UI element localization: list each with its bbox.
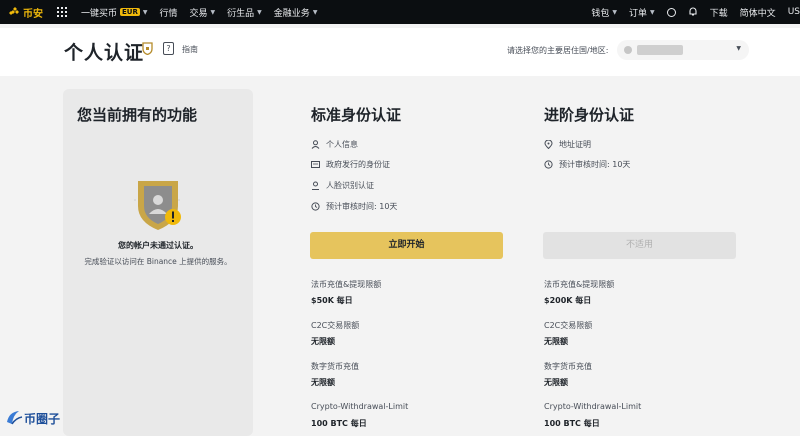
wallet-label: 钱包 [591, 8, 610, 19]
top-nav-right: 钱包 ▼ 订单 ▼ 下载 简体中文 US [591, 0, 800, 24]
main-nav: 一键买币 EUR ▼ 行情 交易 ▼ 衍生品 ▼ 金融业务 ▼ [81, 6, 329, 19]
advanced-verification-title: 进阶身份认证 [544, 106, 635, 124]
unverified-description: 完成验证以访问在 Binance 上提供的服务。 [84, 257, 232, 266]
country-value-redacted [637, 45, 683, 55]
chevron-down-icon: ▼ [650, 8, 655, 16]
watermark-logo-icon [7, 411, 23, 425]
limit-value: $50K 每日 [311, 296, 353, 305]
feature-address-proof: 地址证明 [544, 139, 591, 150]
unverified-id-illustration-icon [134, 181, 182, 230]
clock-icon [544, 160, 553, 169]
limit-label: C2C交易限额 [311, 321, 360, 330]
currency-badge: EUR [120, 8, 140, 16]
nav-label: 衍生品 [227, 8, 255, 19]
shield-icon [142, 42, 153, 55]
feature-label: 个人信息 [326, 140, 358, 149]
feature-review-time: 预计审核时间: 10天 [311, 201, 397, 212]
chevron-down-icon: ▼ [210, 8, 216, 16]
start-verification-button[interactable]: 立即开始 [310, 232, 503, 259]
nav-item-trade[interactable]: 交易 ▼ [190, 6, 216, 19]
limit-label: Crypto-Withdrawal-Limit [311, 402, 409, 411]
nav-label: 行情 [159, 8, 178, 19]
country-select[interactable]: ▼ [617, 40, 749, 60]
question-icon[interactable]: ? [163, 42, 174, 55]
chevron-down-icon: ▼ [142, 8, 148, 16]
top-nav-bar: 币安 一键买币 EUR ▼ 行情 交易 ▼ 衍生品 ▼ 金融业务 ▼ 钱包 ▼ [0, 0, 800, 24]
bell-icon[interactable] [688, 7, 698, 17]
limit-value: 100 BTC 每日 [311, 419, 367, 428]
limit-value: 100 BTC 每日 [544, 419, 600, 428]
logo-text: 币安 [23, 8, 43, 20]
feature-label: 预计审核时间: 10天 [326, 202, 398, 211]
chevron-down-icon: ▼ [612, 8, 618, 16]
language-selector[interactable]: 简体中文 [740, 6, 776, 19]
feature-id-document: 政府发行的身份证 [311, 159, 390, 170]
nav-item-buy-crypto[interactable]: 一键买币 EUR ▼ [81, 6, 148, 19]
country-label: 请选择您的主要居住国/地区: [507, 46, 609, 55]
currency-selector[interactable]: US [788, 7, 800, 17]
country-flag-icon [624, 46, 632, 54]
guide-link[interactable]: 指南 [182, 44, 198, 55]
nav-item-finance[interactable]: 金融业务 ▼ [274, 6, 318, 19]
nav-item-wallet[interactable]: 钱包 ▼ [591, 6, 617, 19]
location-icon [544, 140, 553, 149]
binance-logo-icon [9, 7, 19, 15]
limit-value: $200K 每日 [544, 296, 592, 305]
nav-label: 金融业务 [273, 8, 310, 19]
feature-label: 政府发行的身份证 [326, 160, 390, 169]
limit-value: 无限额 [544, 378, 568, 387]
limit-label: 数字货币充值 [311, 362, 359, 371]
feature-personal-info: 个人信息 [311, 139, 358, 150]
binance-logo[interactable]: 币安 [8, 5, 43, 20]
orders-label: 订单 [629, 8, 648, 19]
feature-label: 地址证明 [559, 140, 591, 149]
watermark-text: 币圈子 [24, 411, 61, 426]
person-icon [311, 140, 320, 149]
face-icon [312, 181, 319, 190]
limit-label: Crypto-Withdrawal-Limit [544, 402, 642, 411]
not-applicable-button[interactable]: 不适用 [543, 232, 736, 259]
limit-label: C2C交易限额 [544, 321, 593, 330]
chevron-down-icon: ▼ [257, 8, 262, 16]
feature-label: 预计审核时间: 10天 [559, 160, 631, 169]
feature-face-recognition: 人脸识别认证 [311, 180, 374, 191]
feature-label: 人脸识别认证 [326, 181, 374, 190]
limit-value: 无限额 [311, 378, 335, 387]
limit-value: 无限额 [311, 337, 335, 346]
page-title: 个人认证 [64, 42, 145, 64]
feature-review-time: 预计审核时间: 10天 [544, 159, 630, 170]
limit-label: 数字货币充值 [544, 362, 592, 371]
standard-verification-title: 标准身份认证 [311, 106, 402, 124]
limit-label: 法币充值&提现限额 [544, 280, 615, 289]
apps-grid-icon[interactable] [57, 7, 67, 17]
user-icon[interactable] [666, 7, 676, 17]
nav-label: 交易 [189, 8, 208, 19]
current-features-title: 您当前拥有的功能 [77, 106, 198, 124]
limit-label: 法币充值&提现限额 [311, 280, 382, 289]
limit-value: 无限额 [544, 337, 568, 346]
watermark: 币圈子 [4, 408, 60, 428]
chevron-down-icon: ▼ [736, 45, 741, 52]
clock-icon [311, 202, 320, 211]
nav-item-derivatives[interactable]: 衍生品 ▼ [227, 6, 262, 19]
chevron-down-icon: ▼ [312, 8, 318, 16]
download-link[interactable]: 下载 [710, 6, 728, 19]
nav-item-orders[interactable]: 订单 ▼ [629, 6, 655, 19]
id-card-icon [311, 161, 320, 168]
unverified-status: 您的帐户未通过认证。 [118, 241, 198, 250]
nav-item-markets[interactable]: 行情 [160, 6, 178, 19]
nav-label: 一键买币 [81, 8, 118, 19]
